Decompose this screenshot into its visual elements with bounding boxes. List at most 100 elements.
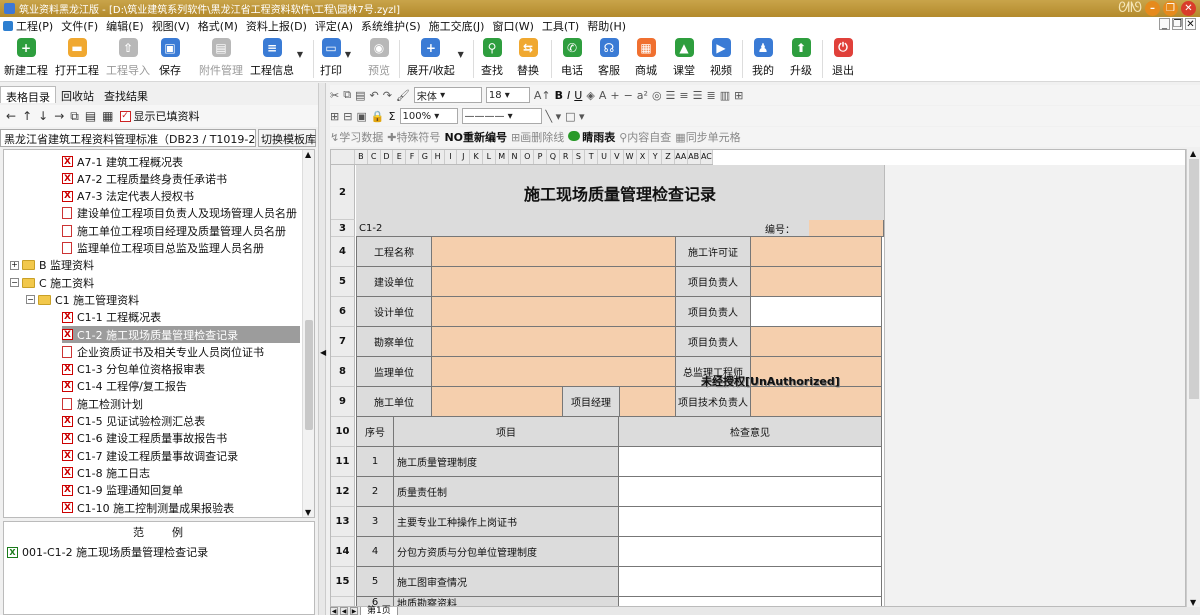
underline-icon[interactable]: U (574, 89, 582, 102)
column-header[interactable]: W (624, 150, 637, 164)
checkbox-icon[interactable]: ✓ (119, 110, 131, 122)
column-icon[interactable]: ▥ (720, 89, 730, 102)
row-header[interactable]: 3 (331, 220, 355, 237)
undo-icon[interactable]: ↶ (369, 89, 378, 102)
column-header[interactable]: X (637, 150, 650, 164)
align-center-icon[interactable]: ≡ (679, 89, 688, 102)
tree-item[interactable]: X C1-1 工程概况表 (62, 309, 161, 326)
menu-evaluate[interactable]: 评定(A) (312, 18, 358, 34)
collapse-icon[interactable]: − (26, 295, 35, 305)
menu-file[interactable]: 文件(F) (58, 18, 103, 34)
minus-icon[interactable]: − (624, 89, 633, 102)
format-painter-icon[interactable]: 🖌 (396, 89, 410, 102)
toolbar-user-button[interactable]: ♟ 我的 (752, 38, 774, 80)
column-header[interactable]: AB (688, 150, 701, 164)
column-header[interactable]: U (598, 150, 611, 164)
column-header[interactable]: S (573, 150, 586, 164)
row-header[interactable]: 9 (331, 387, 355, 417)
renumber-button[interactable]: NO重新编号 (444, 129, 507, 145)
opinion-input[interactable] (619, 597, 882, 606)
row-header[interactable]: 15 (331, 567, 355, 597)
column-header[interactable]: B (355, 150, 368, 164)
toolbar-save-button[interactable]: ▣ 保存 (159, 38, 181, 80)
menu-format[interactable]: 格式(M) (195, 18, 243, 34)
field-input[interactable] (751, 267, 882, 297)
border-icon[interactable]: ⊞ (330, 110, 339, 123)
column-header[interactable]: P (534, 150, 547, 164)
tab-catalog[interactable]: 表格目录 (0, 86, 56, 104)
copy-icon[interactable]: ⧉ (70, 109, 79, 124)
weather-table-button[interactable]: 睛雨表 (568, 129, 615, 145)
tree-item[interactable]: X A7-1 建筑工程概况表 (62, 153, 183, 170)
row-header[interactable]: 4 (331, 237, 355, 267)
menu-tools[interactable]: 工具(T) (539, 18, 584, 34)
tree-item[interactable]: − C 施工资料 (10, 274, 94, 291)
tree-item[interactable]: X C1-10 施工控制测量成果报验表 (62, 499, 234, 516)
panel-collapse-strip[interactable]: ◀ (318, 83, 326, 615)
menu-help[interactable]: 帮助(H) (584, 18, 631, 34)
menu-system[interactable]: 系统维护(S) (358, 18, 426, 34)
line-style-select[interactable]: ———— ▾ (461, 108, 542, 124)
column-header[interactable]: C (368, 150, 381, 164)
align-left-icon[interactable]: ☰ (666, 89, 676, 102)
tree-item[interactable]: − C1 施工管理资料 (26, 291, 139, 308)
shape-icon[interactable]: □ ▾ (565, 110, 584, 123)
row-header[interactable]: 8 (331, 357, 355, 387)
italic-icon[interactable]: I (567, 89, 570, 102)
menu-view[interactable]: 视图(V) (149, 18, 195, 34)
redo-icon[interactable]: ↷ (383, 89, 392, 102)
field-input[interactable] (432, 387, 563, 417)
toolbar-plus-button[interactable]: + 新建工程 (4, 38, 48, 80)
scroll-down-icon[interactable]: ▼ (1190, 598, 1196, 607)
font-select[interactable]: 宋体 ▾ (413, 87, 482, 103)
toolbar-print-button[interactable]: ▭ 打印 ▼ (320, 38, 351, 80)
example-item[interactable]: X 001-C1-2 施工现场质量管理检查记录 (4, 544, 314, 560)
column-header[interactable]: I (445, 150, 458, 164)
mdi-minimize-button[interactable]: _ (1159, 18, 1170, 30)
column-header[interactable]: T (585, 150, 599, 164)
zoom-select[interactable]: 100% ▾ (399, 108, 458, 124)
field-input[interactable] (751, 387, 882, 417)
toolbar-shop-button[interactable]: ▦ 商城 (635, 38, 657, 80)
close-button[interactable]: ✕ (1181, 1, 1196, 16)
arrow-right-icon[interactable]: → (54, 109, 64, 123)
toolbar-info-button[interactable]: ≡ 工程信息 ▼ (250, 38, 303, 80)
tree-item[interactable]: X C1-2 施工现场质量管理检查记录 (62, 326, 300, 343)
toolbar-upgrade-button[interactable]: ⬆ 升级 (790, 38, 812, 80)
expand-icon[interactable]: + (10, 260, 19, 270)
corner-cell[interactable] (331, 150, 355, 164)
column-header[interactable]: L (483, 150, 496, 164)
toolbar-replace-button[interactable]: ⇆ 替换 (517, 38, 539, 80)
tree-item[interactable]: X C1-6 建设工程质量事故报告书 (62, 430, 227, 447)
column-header[interactable]: O (521, 150, 535, 164)
strikethrough-button[interactable]: ⊞画删除线 (511, 129, 564, 145)
sum-icon[interactable]: Σ (389, 110, 396, 123)
collapse-arrow-icon[interactable]: ◀ (320, 348, 326, 357)
opinion-input[interactable] (619, 507, 882, 537)
paste-icon[interactable]: ▤ (85, 109, 96, 123)
symbol-icon[interactable]: ◎ (652, 89, 662, 102)
dropdown-arrow-icon[interactable]: ▼ (345, 50, 351, 59)
row-header[interactable]: 10 (331, 417, 355, 447)
tree-item[interactable]: X C1-9 监理通知回复单 (62, 482, 183, 499)
dropdown-arrow-icon[interactable]: ▼ (297, 50, 303, 59)
toolbar-phone-button[interactable]: ✆ 电话 (561, 38, 583, 80)
maximize-button[interactable]: ❐ (1163, 1, 1178, 16)
first-sheet-icon[interactable]: ◀ (330, 607, 338, 615)
align-right-icon[interactable]: ☰ (693, 89, 703, 102)
next-sheet-icon[interactable]: ▶ (350, 607, 358, 615)
row-header[interactable]: 6 (331, 297, 355, 327)
font-grow-icon[interactable]: A↑ (534, 89, 551, 102)
border-outer-icon[interactable]: ▣ (356, 110, 366, 123)
row-header[interactable]: 14 (331, 537, 355, 567)
mdi-close-button[interactable]: ✕ (1185, 18, 1196, 30)
merge-icon[interactable]: ⊞ (734, 89, 743, 102)
column-header[interactable]: Q (547, 150, 560, 164)
mdi-restore-button[interactable]: ❐ (1172, 18, 1183, 30)
special-symbol-button[interactable]: ✚特殊符号 (387, 129, 440, 145)
sync-cell-button[interactable]: ▦同步单元格 (675, 129, 740, 145)
column-header[interactable]: V (611, 150, 624, 164)
tree-item[interactable]: 施工单位工程项目经理及质量管理人员名册 (62, 222, 286, 239)
standard-selector[interactable]: 黑龙江省建筑工程资料管理标准（DB23 / T1019-2020） (0, 129, 256, 147)
column-header[interactable]: AC (701, 150, 714, 164)
